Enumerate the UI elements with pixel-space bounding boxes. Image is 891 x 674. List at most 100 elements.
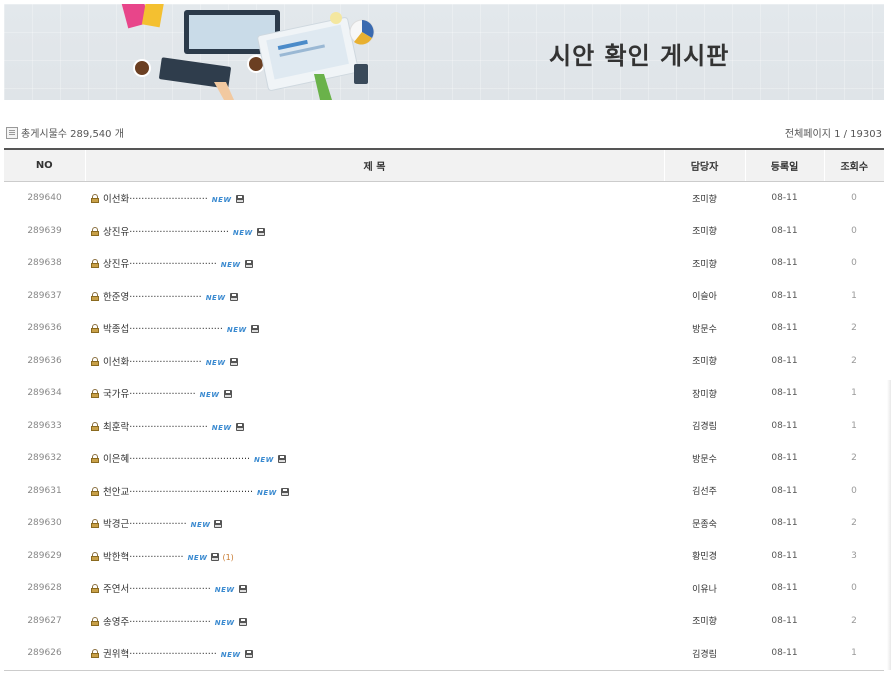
col-header-date: 등록일 [744,148,824,182]
post-views: 3 [851,550,857,561]
attachment-icon [211,552,220,561]
post-subject-link[interactable]: 상진유····························· [103,259,217,270]
comment-count: (1) [222,552,234,562]
post-subject-link[interactable]: 최훈락·························· [103,422,208,433]
table-row[interactable]: 289628 주연서··························· NEW 이… [4,572,884,605]
post-views: 0 [851,258,857,269]
lock-icon [91,551,99,561]
desk-illustration [120,4,375,100]
table-row[interactable]: 289631 천안교·······························… [4,475,884,508]
table-row[interactable]: 289633 최훈락·························· NEW 김경… [4,410,884,443]
post-subject-cell[interactable]: 한준영························ NEW [85,280,664,313]
table-row[interactable]: 289634 국가유······················ NEW 장미향 08-… [4,377,884,410]
post-number: 289637 [27,290,62,301]
post-subject-cell[interactable]: 박한혁·················· NEW (1) [85,540,664,573]
board-table: NO 제 목 담당자 등록일 조회수 289640 이선화············… [4,148,884,671]
post-subject-cell[interactable]: 국가유······················ NEW [85,377,664,410]
table-row[interactable]: 289636 이선화························ NEW 조미향 0… [4,345,884,378]
post-subject-cell[interactable]: 박종섭······························· NEW [85,312,664,345]
new-badge: NEW [187,553,208,562]
post-manager: 방문수 [692,324,717,335]
attachment-icon [223,390,232,399]
post-subject-cell[interactable]: 이선화························ NEW [85,345,664,378]
table-row[interactable]: 289637 한준영························ NEW 이슬아 0… [4,280,884,313]
post-date: 08-11 [771,323,798,334]
post-views: 2 [851,453,857,464]
post-subject-cell[interactable]: 천안교·····································… [85,475,664,508]
new-badge: NEW [211,196,232,205]
attachment-icon [244,650,253,659]
new-badge: NEW [205,358,226,367]
new-badge: NEW [257,488,277,497]
post-manager: 조미향 [692,617,717,628]
post-subject-cell[interactable]: 최훈락·························· NEW [85,410,664,443]
post-date: 08-11 [771,388,798,399]
table-row[interactable]: 289626 권위혁····························· NE… [4,637,884,671]
post-number: 289638 [27,258,62,269]
post-number: 289629 [27,550,62,561]
attachment-icon [277,455,286,464]
table-row[interactable]: 289627 송영주··························· NEW 조… [4,605,884,638]
post-subject-link[interactable]: 상진유································· [103,227,229,238]
table-row[interactable]: 289638 상진유····························· NE… [4,247,884,280]
post-date: 08-11 [771,518,798,529]
post-subject-link[interactable]: 박경근··················· [103,519,187,530]
post-subject-link[interactable]: 이선화························ [103,357,202,368]
post-subject-cell[interactable]: 상진유····························· NEW [85,247,664,280]
post-manager: 장미향 [692,389,717,400]
col-header-manager: 담당자 [663,148,745,182]
post-subject-cell[interactable]: 상진유································· NEW [85,215,664,248]
post-views: 1 [824,637,884,671]
post-number: 289639 [27,225,62,236]
attachment-icon [214,520,223,529]
lock-icon [91,389,99,399]
post-views: 1 [851,420,857,431]
table-row[interactable]: 289639 상진유·······························… [4,215,884,248]
post-date: 08-11 [771,615,798,626]
new-badge: NEW [211,423,232,432]
post-manager: 김경림 [692,422,717,433]
post-subject-cell[interactable]: 이선화·························· NEW [85,182,664,215]
lock-icon [91,421,99,431]
post-subject-link[interactable]: 권위혁····························· [103,649,217,660]
total-posts-label: 총게시물수 289,540 개 [21,129,124,140]
new-badge: NEW [220,651,241,660]
col-header-subject: 제 목 [84,148,664,182]
post-subject-cell[interactable]: 박경근··················· NEW [85,507,664,540]
lock-icon [91,194,99,204]
post-subject-cell[interactable]: 송영주··························· NEW [85,605,664,638]
post-number: 289627 [27,615,62,626]
post-views: 0 [851,193,857,204]
post-subject-cell[interactable]: 이은혜·····································… [85,442,664,475]
post-subject-link[interactable]: 송영주··························· [103,617,211,628]
post-subject-link[interactable]: 국가유······················ [103,389,196,400]
post-date: 08-11 [771,290,798,301]
post-subject-link[interactable]: 이은혜·····································… [103,454,250,465]
post-date: 08-11 [771,453,798,464]
table-row[interactable]: 289632 이은혜·······························… [4,442,884,475]
post-subject-link[interactable]: 박종섭······························· [103,324,223,335]
post-subject-link[interactable]: 이선화·························· [103,194,208,205]
lock-icon [91,584,99,594]
post-subject-link[interactable]: 주연서··························· [103,584,211,595]
post-subject-link[interactable]: 한준영························ [103,292,202,303]
table-body: 289640 이선화·························· NEW 조미… [4,182,884,671]
post-views: 2 [851,323,857,334]
list-icon [6,126,18,139]
post-subject-cell[interactable]: 권위혁····························· NEW [85,637,664,671]
post-manager: 방문수 [692,454,717,465]
post-manager: 조미향 [692,227,717,238]
table-row[interactable]: 289630 박경근··················· NEW 문종숙 08-11 2 [4,507,884,540]
lock-icon [91,291,99,301]
post-subject-link[interactable]: 천안교·····································… [103,487,253,498]
post-subject-cell[interactable]: 주연서··························· NEW [85,572,664,605]
new-badge: NEW [190,521,211,530]
post-subject-link[interactable]: 박한혁·················· [103,552,184,563]
post-manager: 문종숙 [692,519,717,530]
table-row[interactable]: 289629 박한혁·················· NEW (1) 황민경 08-1… [4,540,884,573]
table-row[interactable]: 289636 박종섭·······························… [4,312,884,345]
post-date: 08-11 [745,637,824,671]
lock-icon [91,454,99,464]
post-manager: 이슬아 [692,292,717,303]
table-row[interactable]: 289640 이선화·························· NEW 조미… [4,182,884,215]
